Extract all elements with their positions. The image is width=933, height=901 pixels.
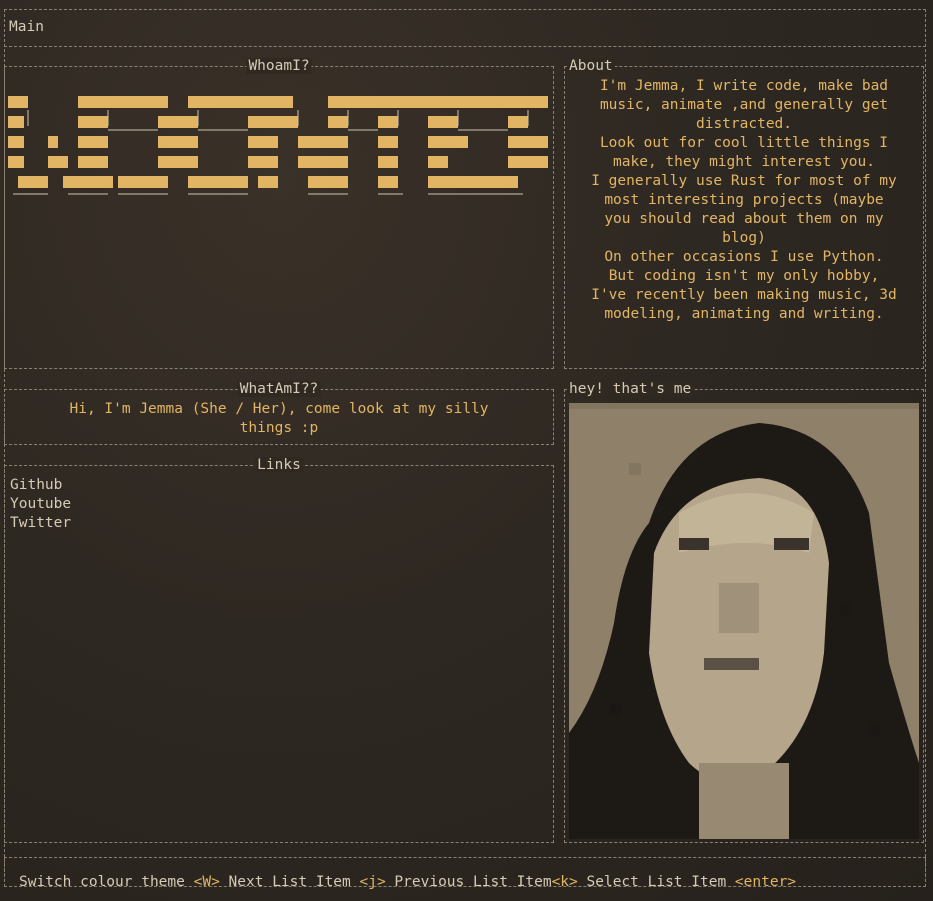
links-title: Links	[255, 457, 303, 473]
banner-letter-j	[8, 96, 28, 108]
select-item-label: Select List Item	[577, 874, 735, 890]
banner-letter-e	[78, 96, 168, 108]
whatami-line: things :p	[239, 420, 319, 436]
whatami-line: Hi, I'm Jemma (She / Her), come look at …	[69, 401, 489, 417]
about-line: make, they might interest you.	[613, 154, 875, 170]
link-twitter[interactable]: Twitter	[10, 514, 71, 533]
banner-letter-m	[188, 96, 293, 108]
jemma-ascii-banner	[8, 96, 548, 195]
whatami-title: WhatAmI??	[237, 381, 321, 397]
link-youtube[interactable]: Youtube	[10, 495, 71, 514]
about-panel: About I'm Jemma, I write code, make bad …	[564, 58, 924, 369]
select-item-key[interactable]: <enter>	[735, 874, 796, 890]
whoami-title: WhoamI?	[246, 58, 312, 74]
about-line: On other occasions I use Python.	[604, 249, 884, 265]
whatami-text: Hi, I'm Jemma (She / Her), come look at …	[15, 400, 543, 438]
main-title: Main	[9, 19, 44, 35]
switch-theme-label: Switch colour theme	[19, 874, 194, 890]
prev-item-key[interactable]: <k>	[552, 874, 578, 890]
next-item-label: Next List Item	[219, 874, 360, 890]
about-line: I've recently been making music, 3d	[591, 287, 897, 303]
switch-theme-key[interactable]: <W>	[194, 874, 220, 890]
about-line: most interesting projects (maybe	[604, 192, 884, 208]
profile-photo	[569, 403, 919, 839]
banner-letter-m2	[328, 96, 548, 108]
about-title: About	[567, 58, 615, 74]
main-header-frame	[4, 9, 926, 47]
about-line: music, animate ,and generally get	[599, 97, 889, 113]
keybind-footer: Switch colour theme <W> Next List Item <…	[19, 874, 796, 890]
whatami-panel: WhatAmI?? Hi, I'm Jemma (She / Her), com…	[4, 381, 554, 445]
about-line: I'm Jemma, I write code, make bad	[599, 78, 889, 94]
about-line: Look out for cool little things I	[599, 135, 889, 151]
prev-item-label: Previous List Item	[385, 874, 552, 890]
about-line: distracted.	[695, 116, 793, 132]
about-text: I'm Jemma, I write code, make bad music,…	[567, 77, 921, 324]
about-line: you should read about them on my	[604, 211, 884, 227]
link-github[interactable]: Github	[10, 476, 71, 495]
links-panel: Links Github Youtube Twitter	[4, 457, 554, 843]
photo-title: hey! that's me	[567, 381, 694, 397]
about-line: I generally use Rust for most of my	[591, 173, 897, 189]
about-line: But coding isn't my only hobby,	[608, 268, 880, 284]
next-item-key[interactable]: <j>	[360, 874, 386, 890]
about-line: modeling, animating and writing.	[604, 306, 884, 322]
about-line: blog)	[722, 230, 766, 246]
links-list: Github Youtube Twitter	[10, 476, 71, 533]
